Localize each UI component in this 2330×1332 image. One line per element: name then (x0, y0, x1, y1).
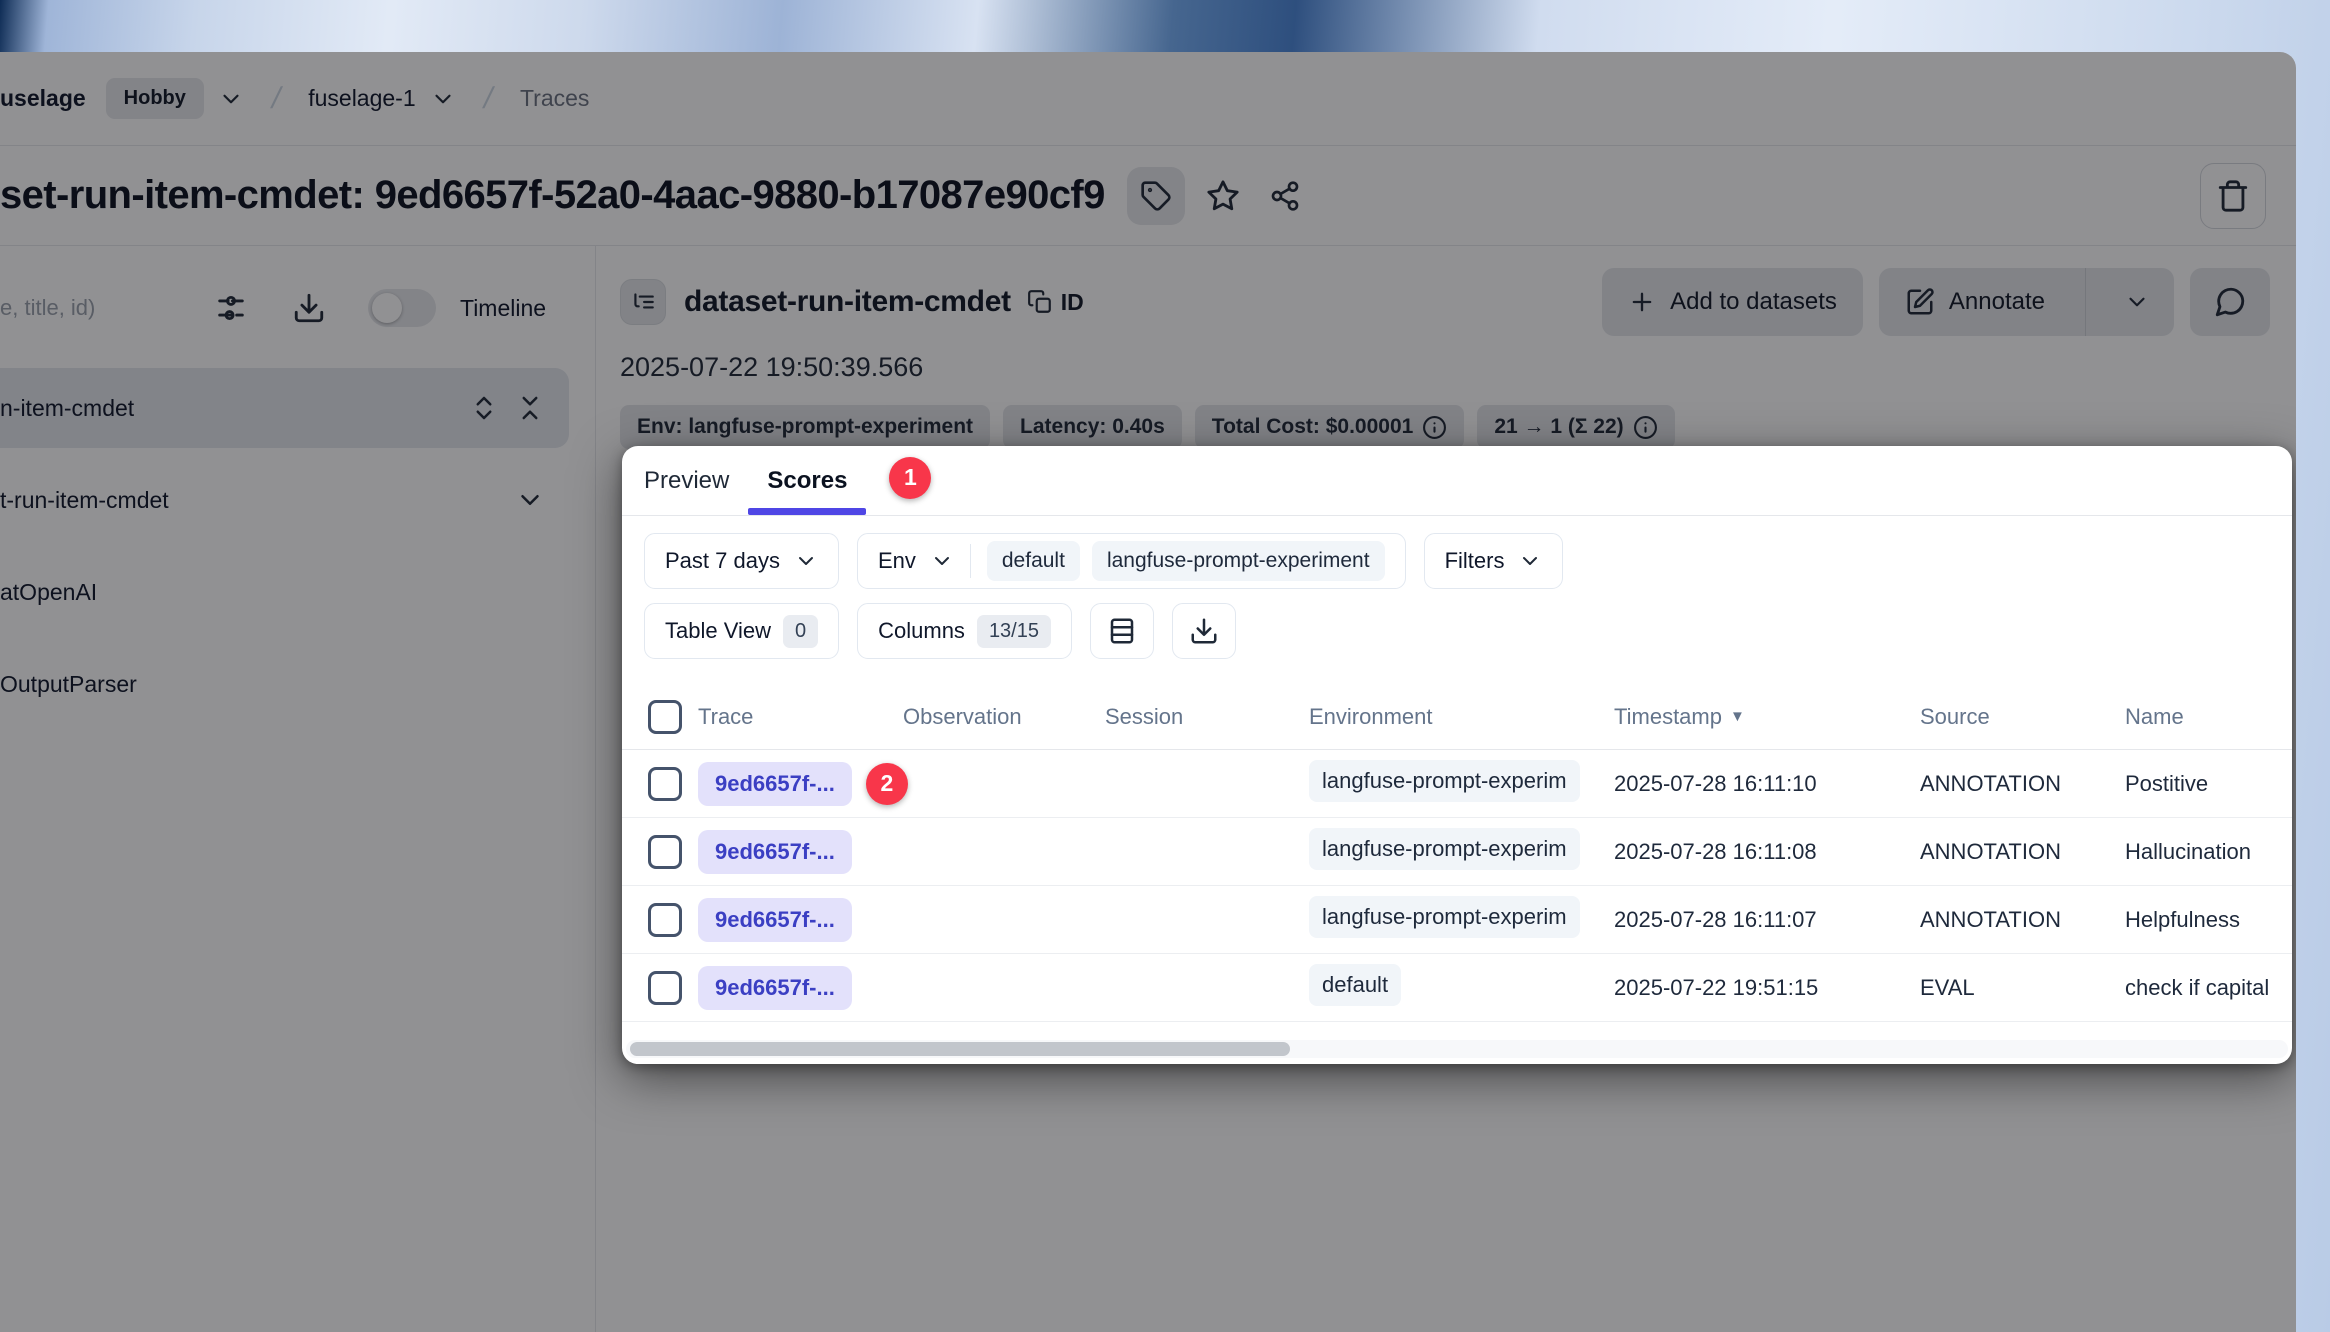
timestamp-cell: 2025-07-28 16:11:07 (1614, 907, 1920, 933)
trace-link[interactable]: 9ed6657f-... (698, 830, 852, 874)
source-cell: ANNOTATION (1920, 839, 2125, 865)
trace-link[interactable]: 9ed6657f-... (698, 966, 852, 1010)
date-range-button[interactable]: Past 7 days (644, 533, 839, 589)
detail-tabs: Preview Scores 1 (622, 446, 2292, 516)
horizontal-scrollbar-thumb[interactable] (630, 1042, 1290, 1056)
chevron-down-icon (794, 549, 818, 573)
table-row[interactable]: 9ed6657f-... langfuse-prompt-experim 202… (622, 818, 2292, 886)
env-chip-default[interactable]: default (987, 541, 1080, 581)
table-row[interactable]: 9ed6657f-... langfuse-prompt-experim 202… (622, 886, 2292, 954)
col-timestamp[interactable]: Timestamp ▼ (1614, 704, 1920, 730)
environment-chip: default (1309, 964, 1401, 1006)
table-header-row: Trace Observation Session Environment Ti… (622, 684, 2292, 750)
name-cell: Postitive (2125, 771, 2292, 797)
columns-count: 13/15 (977, 615, 1051, 648)
rows-icon (1107, 616, 1137, 646)
divider (970, 544, 971, 578)
tour-marker-1[interactable]: 1 (889, 457, 931, 499)
scores-table: Trace Observation Session Environment Ti… (622, 684, 2292, 1022)
table-row[interactable]: 9ed6657f-... 2 langfuse-prompt-experim 2… (622, 750, 2292, 818)
col-observation[interactable]: Observation (903, 704, 1105, 730)
trace-link[interactable]: 9ed6657f-... (698, 762, 852, 806)
col-environment[interactable]: Environment (1309, 704, 1614, 730)
environment-chip: langfuse-prompt-experim (1309, 828, 1580, 870)
row-height-button[interactable] (1090, 603, 1154, 659)
table-row[interactable]: 9ed6657f-... default 2025-07-22 19:51:15… (622, 954, 2292, 1022)
trace-link[interactable]: 9ed6657f-... (698, 898, 852, 942)
source-cell: ANNOTATION (1920, 771, 2125, 797)
timestamp-cell: 2025-07-28 16:11:10 (1614, 771, 1920, 797)
table-view-button[interactable]: Table View 0 (644, 603, 839, 659)
row-checkbox[interactable] (648, 835, 682, 869)
timestamp-cell: 2025-07-22 19:51:15 (1614, 975, 1920, 1001)
row-checkbox[interactable] (648, 767, 682, 801)
horizontal-scrollbar[interactable] (626, 1040, 2288, 1058)
download-icon (1189, 616, 1219, 646)
col-source[interactable]: Source (1920, 704, 2125, 730)
source-cell: ANNOTATION (1920, 907, 2125, 933)
app-window: uselage Hobby / fuselage-1 / Traces set-… (0, 52, 2296, 1332)
name-cell: check if capital (2125, 975, 2292, 1001)
export-button[interactable] (1172, 603, 1236, 659)
chevron-down-icon (1518, 549, 1542, 573)
scores-filter-row: Past 7 days Env default langfuse-prompt-… (622, 516, 2292, 589)
col-trace[interactable]: Trace (698, 704, 903, 730)
scores-card: Preview Scores 1 Past 7 days Env default… (622, 446, 2292, 1064)
environment-chip: langfuse-prompt-experim (1309, 896, 1580, 938)
tab-preview[interactable]: Preview (644, 446, 729, 515)
table-view-count: 0 (783, 615, 818, 648)
columns-button[interactable]: Columns 13/15 (857, 603, 1072, 659)
source-cell: EVAL (1920, 975, 2125, 1001)
name-cell: Helpfulness (2125, 907, 2292, 933)
scores-table-toolbar: Table View 0 Columns 13/15 (622, 589, 2292, 659)
row-checkbox[interactable] (648, 903, 682, 937)
filters-button[interactable]: Filters (1424, 533, 1564, 589)
name-cell: Hallucination (2125, 839, 2292, 865)
row-checkbox[interactable] (648, 971, 682, 1005)
sort-desc-icon: ▼ (1730, 708, 1745, 725)
timestamp-cell: 2025-07-28 16:11:08 (1614, 839, 1920, 865)
tab-scores[interactable]: Scores (767, 446, 847, 515)
select-all-checkbox[interactable] (648, 700, 682, 734)
env-filter-button[interactable]: Env default langfuse-prompt-experiment (857, 533, 1406, 589)
env-chip-experiment[interactable]: langfuse-prompt-experiment (1092, 541, 1385, 581)
col-session[interactable]: Session (1105, 704, 1309, 730)
environment-chip: langfuse-prompt-experim (1309, 760, 1580, 802)
tour-marker-2[interactable]: 2 (866, 763, 908, 805)
chevron-down-icon (930, 549, 954, 573)
col-name[interactable]: Name (2125, 704, 2292, 730)
